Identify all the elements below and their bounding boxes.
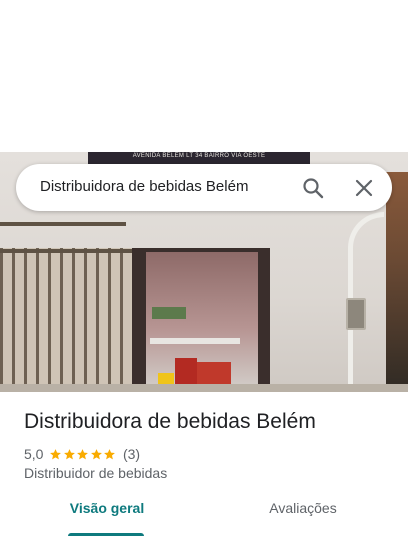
photo-gate	[0, 248, 132, 392]
star-icon	[91, 448, 102, 459]
star-icon	[77, 448, 89, 459]
rating-value: 5,0	[24, 446, 44, 462]
top-blank-area	[0, 0, 408, 152]
storefront-sign-text: AVENIDA BELEM LT 34 BAIRRO VIA OESTE	[132, 153, 266, 159]
search-bar[interactable]: Distribuidora de bebidas Belém	[16, 164, 392, 211]
review-count[interactable]: (3)	[123, 446, 140, 462]
photo-meter	[346, 298, 366, 330]
tab-overview[interactable]: Visão geral	[68, 500, 146, 536]
place-title: Distribuidora de bebidas Belém	[24, 410, 316, 433]
photo-counter	[150, 338, 240, 344]
storefront-sign: AVENIDA BELEM LT 34 BAIRRO VIA OESTE	[88, 152, 310, 164]
place-tabs: Visão geral Avaliações	[0, 500, 408, 544]
tab-selected-indicator	[68, 533, 144, 536]
star-icon	[50, 448, 62, 459]
photo-shelf	[152, 307, 186, 319]
star-icon	[104, 448, 116, 459]
photo-gate-bar	[0, 222, 126, 226]
rating-stars	[49, 448, 117, 461]
search-icon[interactable]	[301, 176, 325, 200]
rating-row[interactable]: 5,0 (3)	[24, 445, 140, 463]
place-category: Distribuidor de bebidas	[24, 465, 168, 481]
photo-ground	[0, 384, 408, 392]
close-icon[interactable]	[352, 176, 376, 200]
star-icon	[64, 448, 75, 459]
search-input[interactable]: Distribuidora de bebidas Belém	[40, 178, 248, 195]
photo-gate-rail	[0, 249, 132, 253]
photo-neighbor-building	[386, 172, 408, 392]
tab-reviews[interactable]: Avaliações	[263, 500, 343, 536]
